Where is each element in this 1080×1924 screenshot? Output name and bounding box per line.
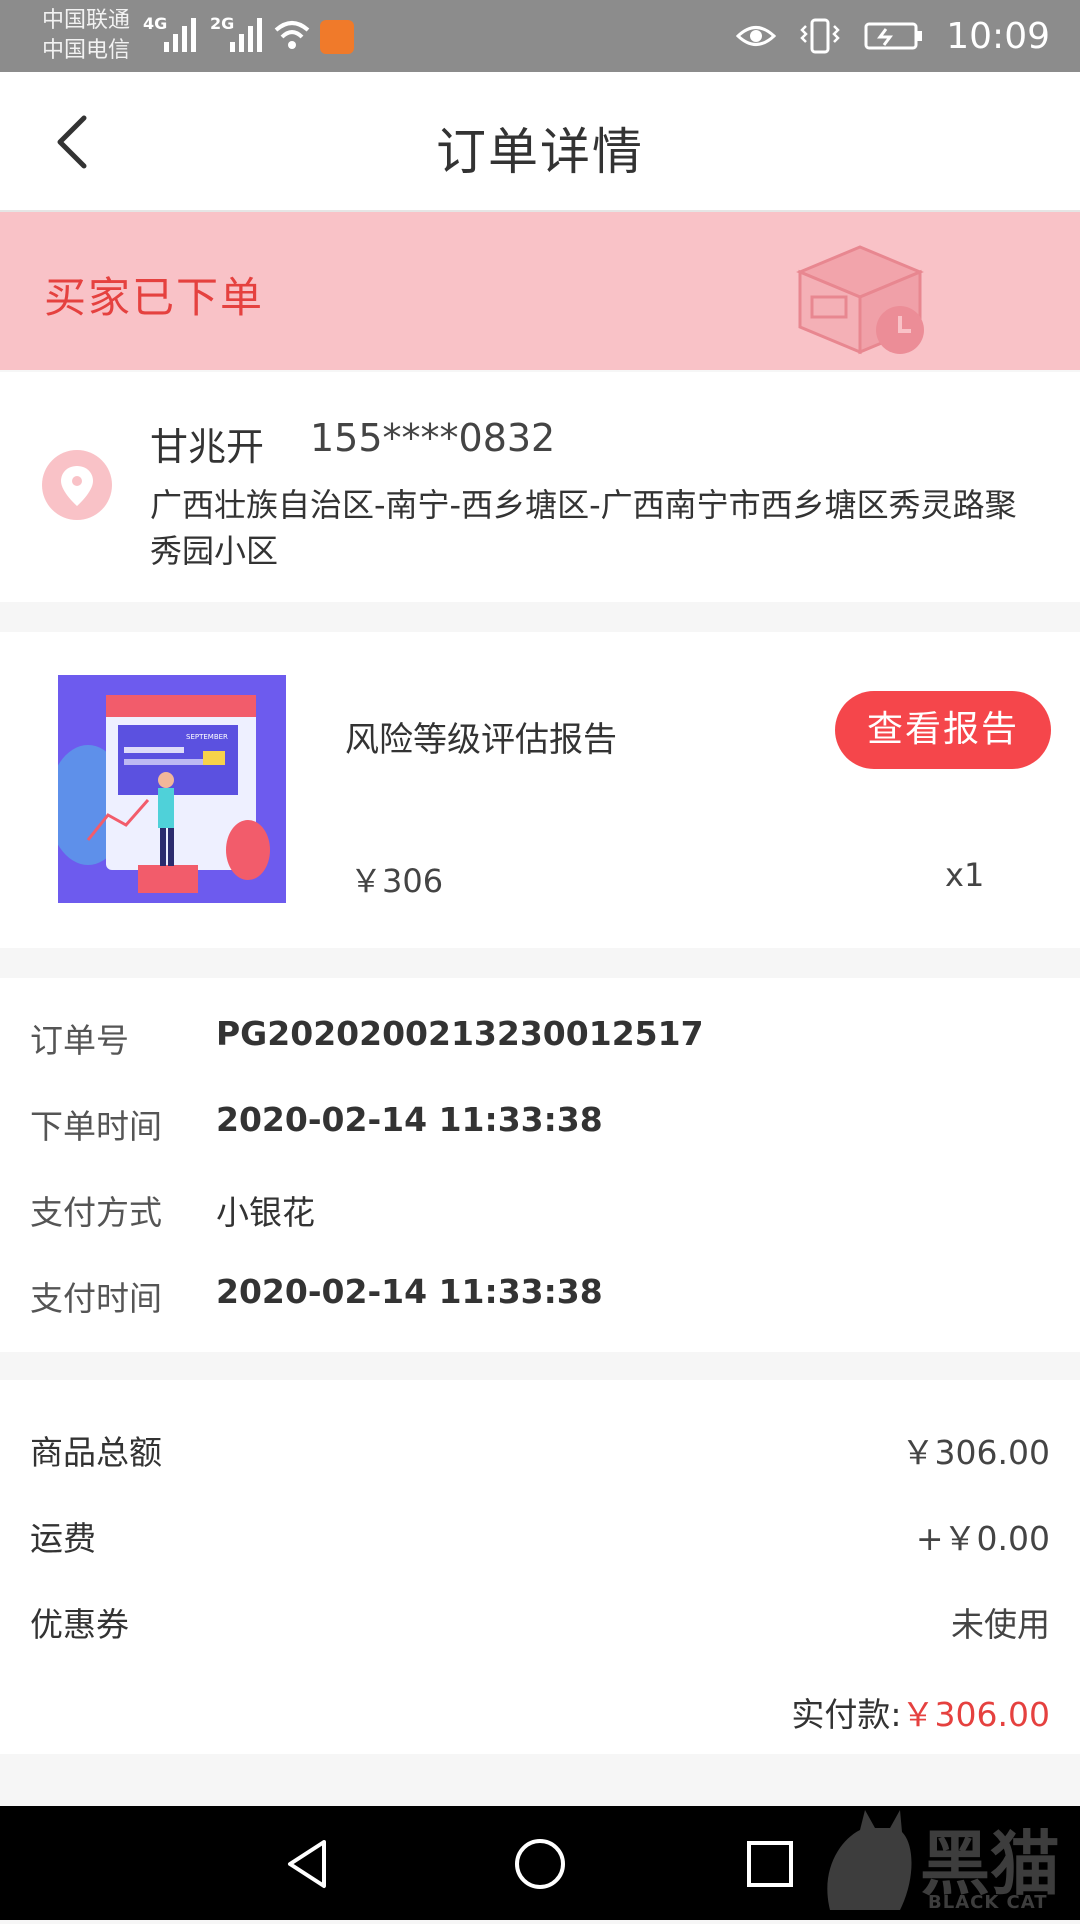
uc-browser-icon xyxy=(320,20,354,54)
address-card[interactable]: 甘兆开 155****0832 广西壮族自治区-南宁-西乡塘区-广西南宁市西乡塘… xyxy=(0,372,1080,602)
shipping-label: 运费 xyxy=(30,1519,96,1558)
coupon-value: 未使用 xyxy=(951,1605,1050,1644)
recipient-name: 甘兆开 xyxy=(150,425,265,469)
status-time: 10:09 xyxy=(946,15,1050,57)
home-circle-icon[interactable] xyxy=(512,1836,568,1892)
goods-total-row: 商品总额 ￥306.00 xyxy=(30,1426,1050,1476)
order-time-value: 2020-02-14 11:33:38 xyxy=(216,1100,603,1139)
total-paid-value: ￥306.00 xyxy=(901,1695,1050,1734)
goods-total-value: ￥306.00 xyxy=(901,1433,1050,1472)
black-cat-watermark: 黑猫 BLACK CAT xyxy=(810,1800,1080,1920)
product-card: SEPTEMBER 风险等级评估报告 查看报告 ￥306 x1 xyxy=(0,632,1080,948)
goods-total-label: 商品总额 xyxy=(30,1433,162,1472)
payment-time-value: 2020-02-14 11:33:38 xyxy=(216,1272,603,1311)
carrier-2: 中国电信 xyxy=(42,38,131,63)
payment-method-value: 小银花 xyxy=(216,1193,315,1232)
page-title: 订单详情 xyxy=(436,123,644,181)
back-triangle-icon[interactable] xyxy=(280,1836,336,1892)
product-quantity: x1 xyxy=(945,856,985,894)
nav-bar: 订单详情 xyxy=(0,72,1080,212)
recipient-address: 广西壮族自治区-南宁-西乡塘区-广西南宁市西乡塘区秀灵路聚秀园小区 xyxy=(150,486,1017,570)
recents-square-icon[interactable] xyxy=(742,1836,798,1892)
payment-time-label: 支付时间 xyxy=(30,1279,162,1318)
coupon-label: 优惠券 xyxy=(30,1605,129,1644)
eye-icon xyxy=(736,26,777,46)
order-time-label: 下单时间 xyxy=(30,1107,162,1146)
signal-icon-1 xyxy=(164,18,196,52)
order-info-section: 订单号 PG2020200213230012517 下单时间 2020-02-1… xyxy=(0,978,1080,1352)
payment-method-label: 支付方式 xyxy=(30,1193,162,1232)
status-bar: 中国联通 中国电信 4G 2G 10:09 xyxy=(0,0,1080,72)
order-number-label: 订单号 xyxy=(30,1021,129,1060)
carrier-1: 中国联通 xyxy=(42,8,131,33)
total-paid: 实付款:￥306.00 xyxy=(791,1688,1050,1736)
shipping-row: 运费 +￥0.00 xyxy=(30,1512,1050,1562)
amount-summary-section: 商品总额 ￥306.00 运费 +￥0.00 优惠券 未使用 实付款:￥306.… xyxy=(0,1380,1080,1754)
shipping-value: +￥0.00 xyxy=(915,1519,1050,1558)
view-report-button[interactable]: 查看报告 xyxy=(835,691,1051,769)
order-status-banner: 买家已下单 xyxy=(0,212,1080,370)
signal-icon-2 xyxy=(230,18,262,52)
watermark-sub: BLACK CAT xyxy=(928,1892,1048,1913)
battery-icon xyxy=(864,22,923,50)
total-paid-label: 实付款: xyxy=(791,1695,902,1734)
wifi-icon xyxy=(274,21,310,49)
product-thumbnail[interactable]: SEPTEMBER xyxy=(58,675,286,903)
box-clock-icon xyxy=(796,245,924,355)
order-number-value: PG2020200213230012517 xyxy=(216,1014,704,1053)
product-price: ￥306 xyxy=(350,862,444,900)
product-name: 风险等级评估报告 xyxy=(345,720,617,760)
location-pin-icon xyxy=(42,450,112,520)
vibrate-icon xyxy=(800,18,841,54)
coupon-row[interactable]: 优惠券 未使用 xyxy=(30,1598,1050,1648)
order-status-text: 买家已下单 xyxy=(44,273,265,322)
carrier-info: 中国联通 中国电信 xyxy=(42,6,130,66)
recipient-phone: 155****0832 xyxy=(310,416,556,460)
thumb-month: SEPTEMBER xyxy=(186,733,228,741)
